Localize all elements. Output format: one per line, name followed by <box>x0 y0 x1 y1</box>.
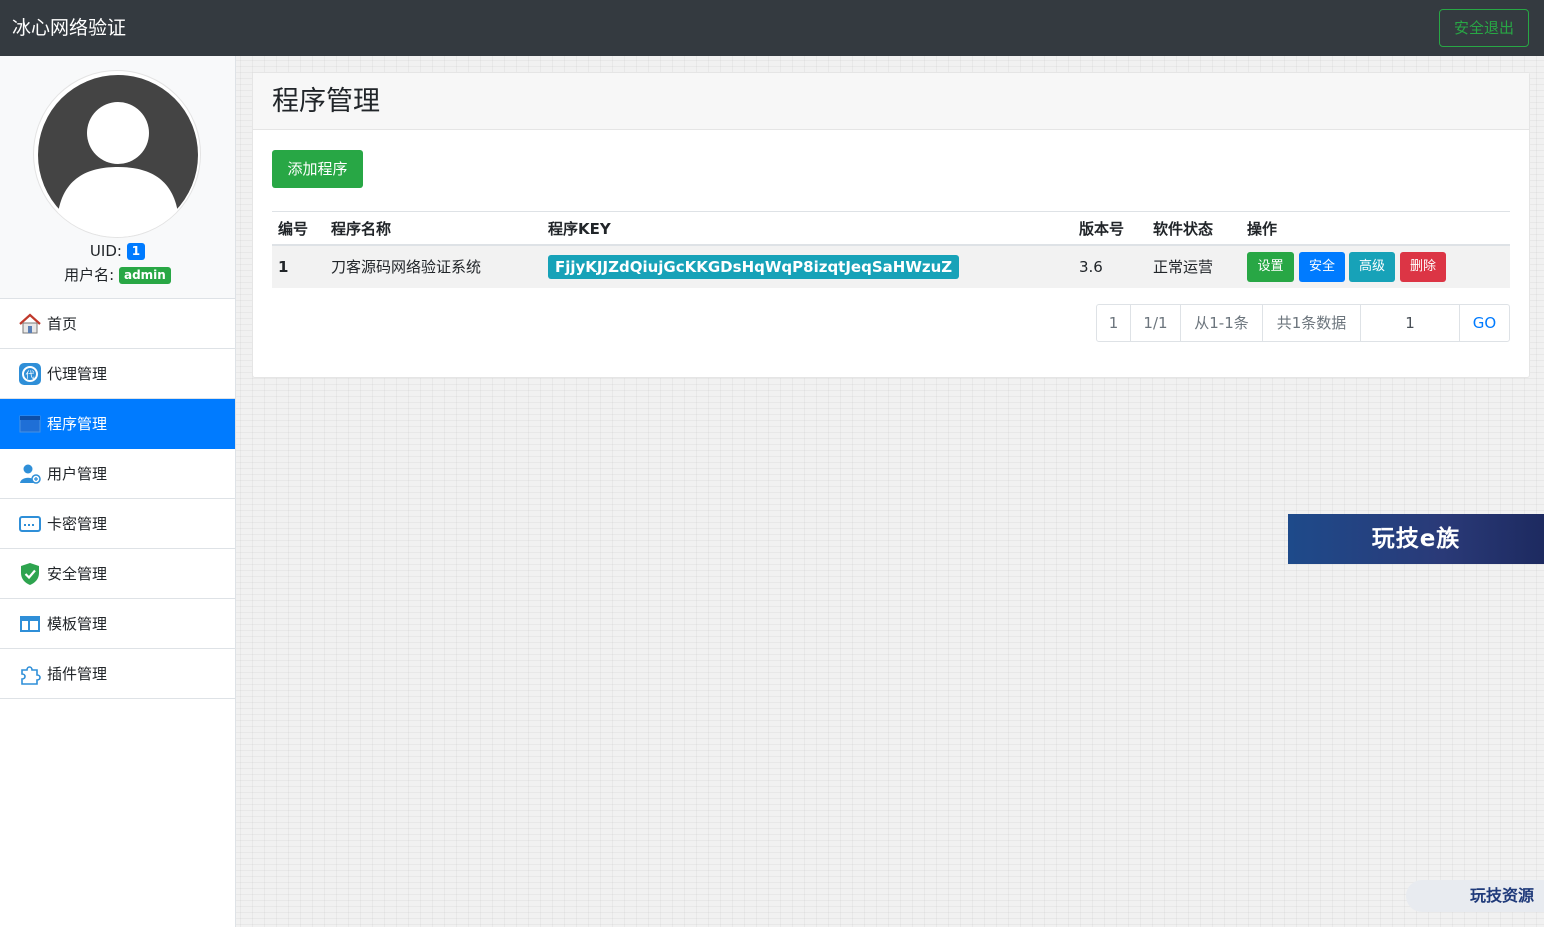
program-key-badge: FjjyKJJZdQiujGcKKGDsHqWqP8izqtJeqSaHWzuZ <box>548 255 960 279</box>
column-header-key: 程序KEY <box>548 220 611 238</box>
watermark-corner: 玩技资源 <box>1406 880 1544 912</box>
delete-button[interactable]: 删除 <box>1400 252 1446 282</box>
program-table: 编号 程序名称 程序KEY 版本号 软件状态 操作 1 刀客源码网络验证系统 F… <box>272 211 1510 288</box>
uid-line: UID: 1 <box>0 240 235 262</box>
go-button[interactable]: GO <box>1460 305 1509 341</box>
sidebar-item-label: 程序管理 <box>47 415 108 433</box>
default-avatar-icon <box>38 75 198 237</box>
avatar <box>33 70 201 238</box>
app-title[interactable]: 冰心网络验证 <box>12 15 126 41</box>
card-header: 程序管理 <box>253 73 1529 130</box>
sidebar-item-label: 卡密管理 <box>47 515 108 533</box>
cell-id: 1 <box>278 258 289 276</box>
logout-button[interactable]: 安全退出 <box>1439 9 1529 47</box>
profile-panel: UID: 1 用户名: admin <box>0 56 235 299</box>
column-header-name: 程序名称 <box>331 220 392 238</box>
agent-icon: 代 <box>19 363 41 385</box>
username-label: 用户名: <box>64 266 115 284</box>
home-icon <box>19 313 41 334</box>
program-management-card: 程序管理 添加程序 编号 程序名称 程序KEY 版本号 软件状态 操作 1 刀客… <box>252 72 1530 378</box>
column-header-actions: 操作 <box>1247 220 1278 238</box>
pagination: 1 1/1 从1-1条 共1条数据 GO <box>1096 304 1510 342</box>
sidebar-item-label: 代理管理 <box>47 365 108 383</box>
column-header-version: 版本号 <box>1079 220 1125 238</box>
sidebar-item-security[interactable]: 安全管理 <box>0 549 235 599</box>
top-navbar: 冰心网络验证 安全退出 <box>0 0 1544 56</box>
cell-program-name: 刀客源码网络验证系统 <box>331 258 482 276</box>
card-icon <box>19 516 41 532</box>
sidebar-item-label: 首页 <box>47 315 78 333</box>
sidebar-item-label: 用户管理 <box>47 465 108 483</box>
sidebar-item-label: 安全管理 <box>47 565 108 583</box>
sidebar-menu: 首页 代 代理管理 程序管理 用户管理 卡密管理 安全管理 模板管理 插件管理 <box>0 299 235 699</box>
svg-text:代: 代 <box>25 370 34 381</box>
advanced-button[interactable]: 高级 <box>1349 252 1395 282</box>
uid-badge: 1 <box>126 243 146 260</box>
sidebar-item-user[interactable]: 用户管理 <box>0 449 235 499</box>
username-line: 用户名: admin <box>0 264 235 286</box>
shield-icon <box>21 563 39 585</box>
pagination-pages: 1/1 <box>1131 305 1181 341</box>
table-header: 编号 程序名称 程序KEY 版本号 软件状态 操作 <box>272 211 1510 246</box>
watermark-banner: 玩技e族 <box>1288 514 1544 564</box>
template-icon <box>20 616 40 632</box>
sidebar-item-home[interactable]: 首页 <box>0 299 235 349</box>
user-icon <box>20 464 41 484</box>
security-button[interactable]: 安全 <box>1299 252 1345 282</box>
sidebar-item-template[interactable]: 模板管理 <box>0 599 235 649</box>
sidebar: UID: 1 用户名: admin 首页 代 代理管理 程序管理 用户管理 卡密… <box>0 56 236 927</box>
cell-version: 3.6 <box>1079 258 1103 276</box>
program-icon <box>19 415 41 433</box>
column-header-id: 编号 <box>278 220 309 238</box>
column-header-status: 软件状态 <box>1153 220 1214 238</box>
username-badge: admin <box>118 267 171 284</box>
sidebar-item-label: 模板管理 <box>47 615 108 633</box>
add-program-button[interactable]: 添加程序 <box>272 150 363 188</box>
uid-label: UID: <box>89 242 122 260</box>
pagination-page[interactable]: 1 <box>1097 305 1131 341</box>
pagination-total: 共1条数据 <box>1263 305 1361 341</box>
sidebar-item-card[interactable]: 卡密管理 <box>0 499 235 549</box>
pagination-range: 从1-1条 <box>1181 305 1263 341</box>
sidebar-item-plugin[interactable]: 插件管理 <box>0 649 235 699</box>
cell-status: 正常运营 <box>1153 258 1214 276</box>
puzzle-icon <box>21 666 41 685</box>
sidebar-item-label: 插件管理 <box>47 665 108 683</box>
sidebar-item-agent[interactable]: 代 代理管理 <box>0 349 235 399</box>
page-title: 程序管理 <box>272 86 380 117</box>
settings-button[interactable]: 设置 <box>1247 252 1294 282</box>
page-jump-input[interactable] <box>1361 305 1460 341</box>
table-row: 1 刀客源码网络验证系统 FjjyKJJZdQiujGcKKGDsHqWqP8i… <box>272 246 1510 288</box>
sidebar-item-program[interactable]: 程序管理 <box>0 399 235 449</box>
